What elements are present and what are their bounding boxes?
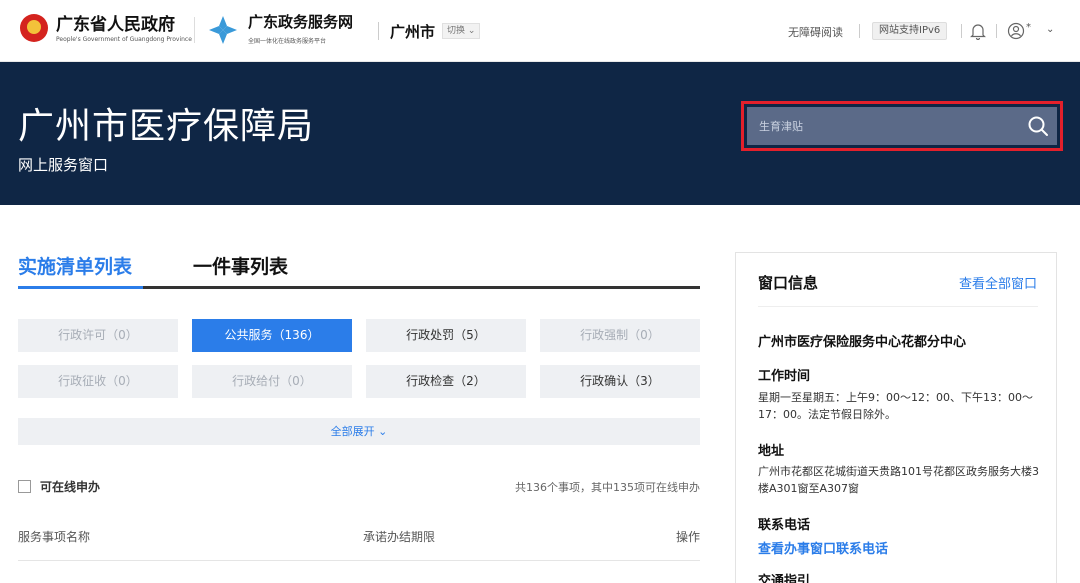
- page-subtitle: 网上服务窗口: [18, 156, 109, 174]
- search-box-highlight: [741, 101, 1063, 151]
- user-icon[interactable]: [1007, 22, 1025, 40]
- category-admin-payment[interactable]: 行政给付（0）: [192, 365, 352, 398]
- category-admin-inspection[interactable]: 行政检查（2）: [366, 365, 526, 398]
- column-header-name: 服务事项名称: [18, 530, 91, 544]
- category-public-service[interactable]: 公共服务（136）: [192, 319, 352, 352]
- bell-icon[interactable]: [970, 22, 986, 40]
- category-admin-levy[interactable]: 行政征收（0）: [18, 365, 178, 398]
- city-switch-button[interactable]: 切换 ⌄: [442, 23, 481, 39]
- chevron-down-icon: ⌄: [378, 425, 388, 438]
- search-input[interactable]: [747, 107, 1057, 145]
- divider: [194, 17, 195, 43]
- service-center-name: 广州市医疗保险服务中心花都分中心: [758, 335, 967, 350]
- phone-link[interactable]: 查看办事窗口联系电话: [758, 538, 888, 557]
- column-header-deadline: 承诺办结期限: [363, 530, 436, 544]
- ipv6-badge: 网站支持IPv6: [872, 22, 948, 40]
- expand-all-button[interactable]: 全部展开 ⌄: [18, 418, 700, 445]
- divider: [996, 24, 997, 38]
- gov-emblem-icon: [20, 14, 48, 42]
- divider: [859, 24, 860, 38]
- panel-title: 窗口信息: [758, 274, 819, 292]
- online-checkbox[interactable]: [18, 480, 31, 493]
- user-name: *: [1026, 22, 1031, 33]
- chevron-down-icon[interactable]: ⌄: [1046, 24, 1054, 35]
- switch-label: 切换: [447, 26, 466, 36]
- divider: [378, 22, 379, 40]
- divider: [961, 24, 962, 38]
- phone-title: 联系电话: [758, 518, 811, 533]
- expand-all-label: 全部展开: [330, 425, 375, 438]
- category-admin-confirmation[interactable]: 行政确认（3）: [540, 365, 700, 398]
- page-title: 广州市医疗保障局: [18, 106, 315, 147]
- top-header: 广东省人民政府 People's Government of Guangdong…: [0, 0, 1080, 62]
- window-info-panel: 窗口信息 查看全部窗口 广州市医疗保险服务中心花都分中心 工作时间 星期一至星期…: [735, 252, 1057, 583]
- page-banner: 广州市医疗保障局 网上服务窗口: [0, 62, 1080, 205]
- category-admin-license[interactable]: 行政许可（0）: [18, 319, 178, 352]
- address-title: 地址: [758, 444, 785, 459]
- tab-active-indicator: [18, 286, 143, 289]
- hours-text: 星期一至星期五：上午9：00～12：00、下午13：00～17：00。法定节假日…: [758, 391, 1033, 421]
- search-icon[interactable]: [1026, 114, 1050, 138]
- accessibility-link[interactable]: 无障碍阅读: [788, 24, 843, 40]
- gov-name[interactable]: 广东省人民政府: [56, 10, 175, 35]
- category-admin-enforcement[interactable]: 行政强制（0）: [540, 319, 700, 352]
- table-divider: [18, 560, 700, 561]
- address-text: 广州市花都区花城街道天贵路101号花都区政务服务大楼3楼A301窗至A307窗: [758, 465, 1039, 495]
- online-checkbox-label[interactable]: 可在线申办: [40, 478, 100, 495]
- portal-logo-icon: [209, 16, 237, 44]
- item-count: 共136个事项，其中135项可在线申办: [515, 481, 700, 494]
- portal-subtitle: 全国一体化在线政务服务平台: [248, 38, 327, 45]
- hours-title: 工作时间: [758, 369, 811, 384]
- portal-name[interactable]: 广东政务服务网: [248, 11, 353, 32]
- tab-one-thing-list[interactable]: 一件事列表: [193, 252, 288, 279]
- category-admin-penalty[interactable]: 行政处罚（5）: [366, 319, 526, 352]
- chevron-down-icon: ⌄: [467, 26, 476, 36]
- divider: [758, 306, 1038, 307]
- column-header-action: 操作: [676, 530, 701, 544]
- current-city: 广州市: [390, 23, 436, 41]
- transport-title: 交通指引: [758, 574, 811, 583]
- view-all-windows-link[interactable]: 查看全部窗口: [959, 273, 1037, 292]
- gov-subtitle: People's Government of Guangdong Provinc…: [56, 36, 192, 43]
- tab-implementation-list[interactable]: 实施清单列表: [18, 252, 132, 279]
